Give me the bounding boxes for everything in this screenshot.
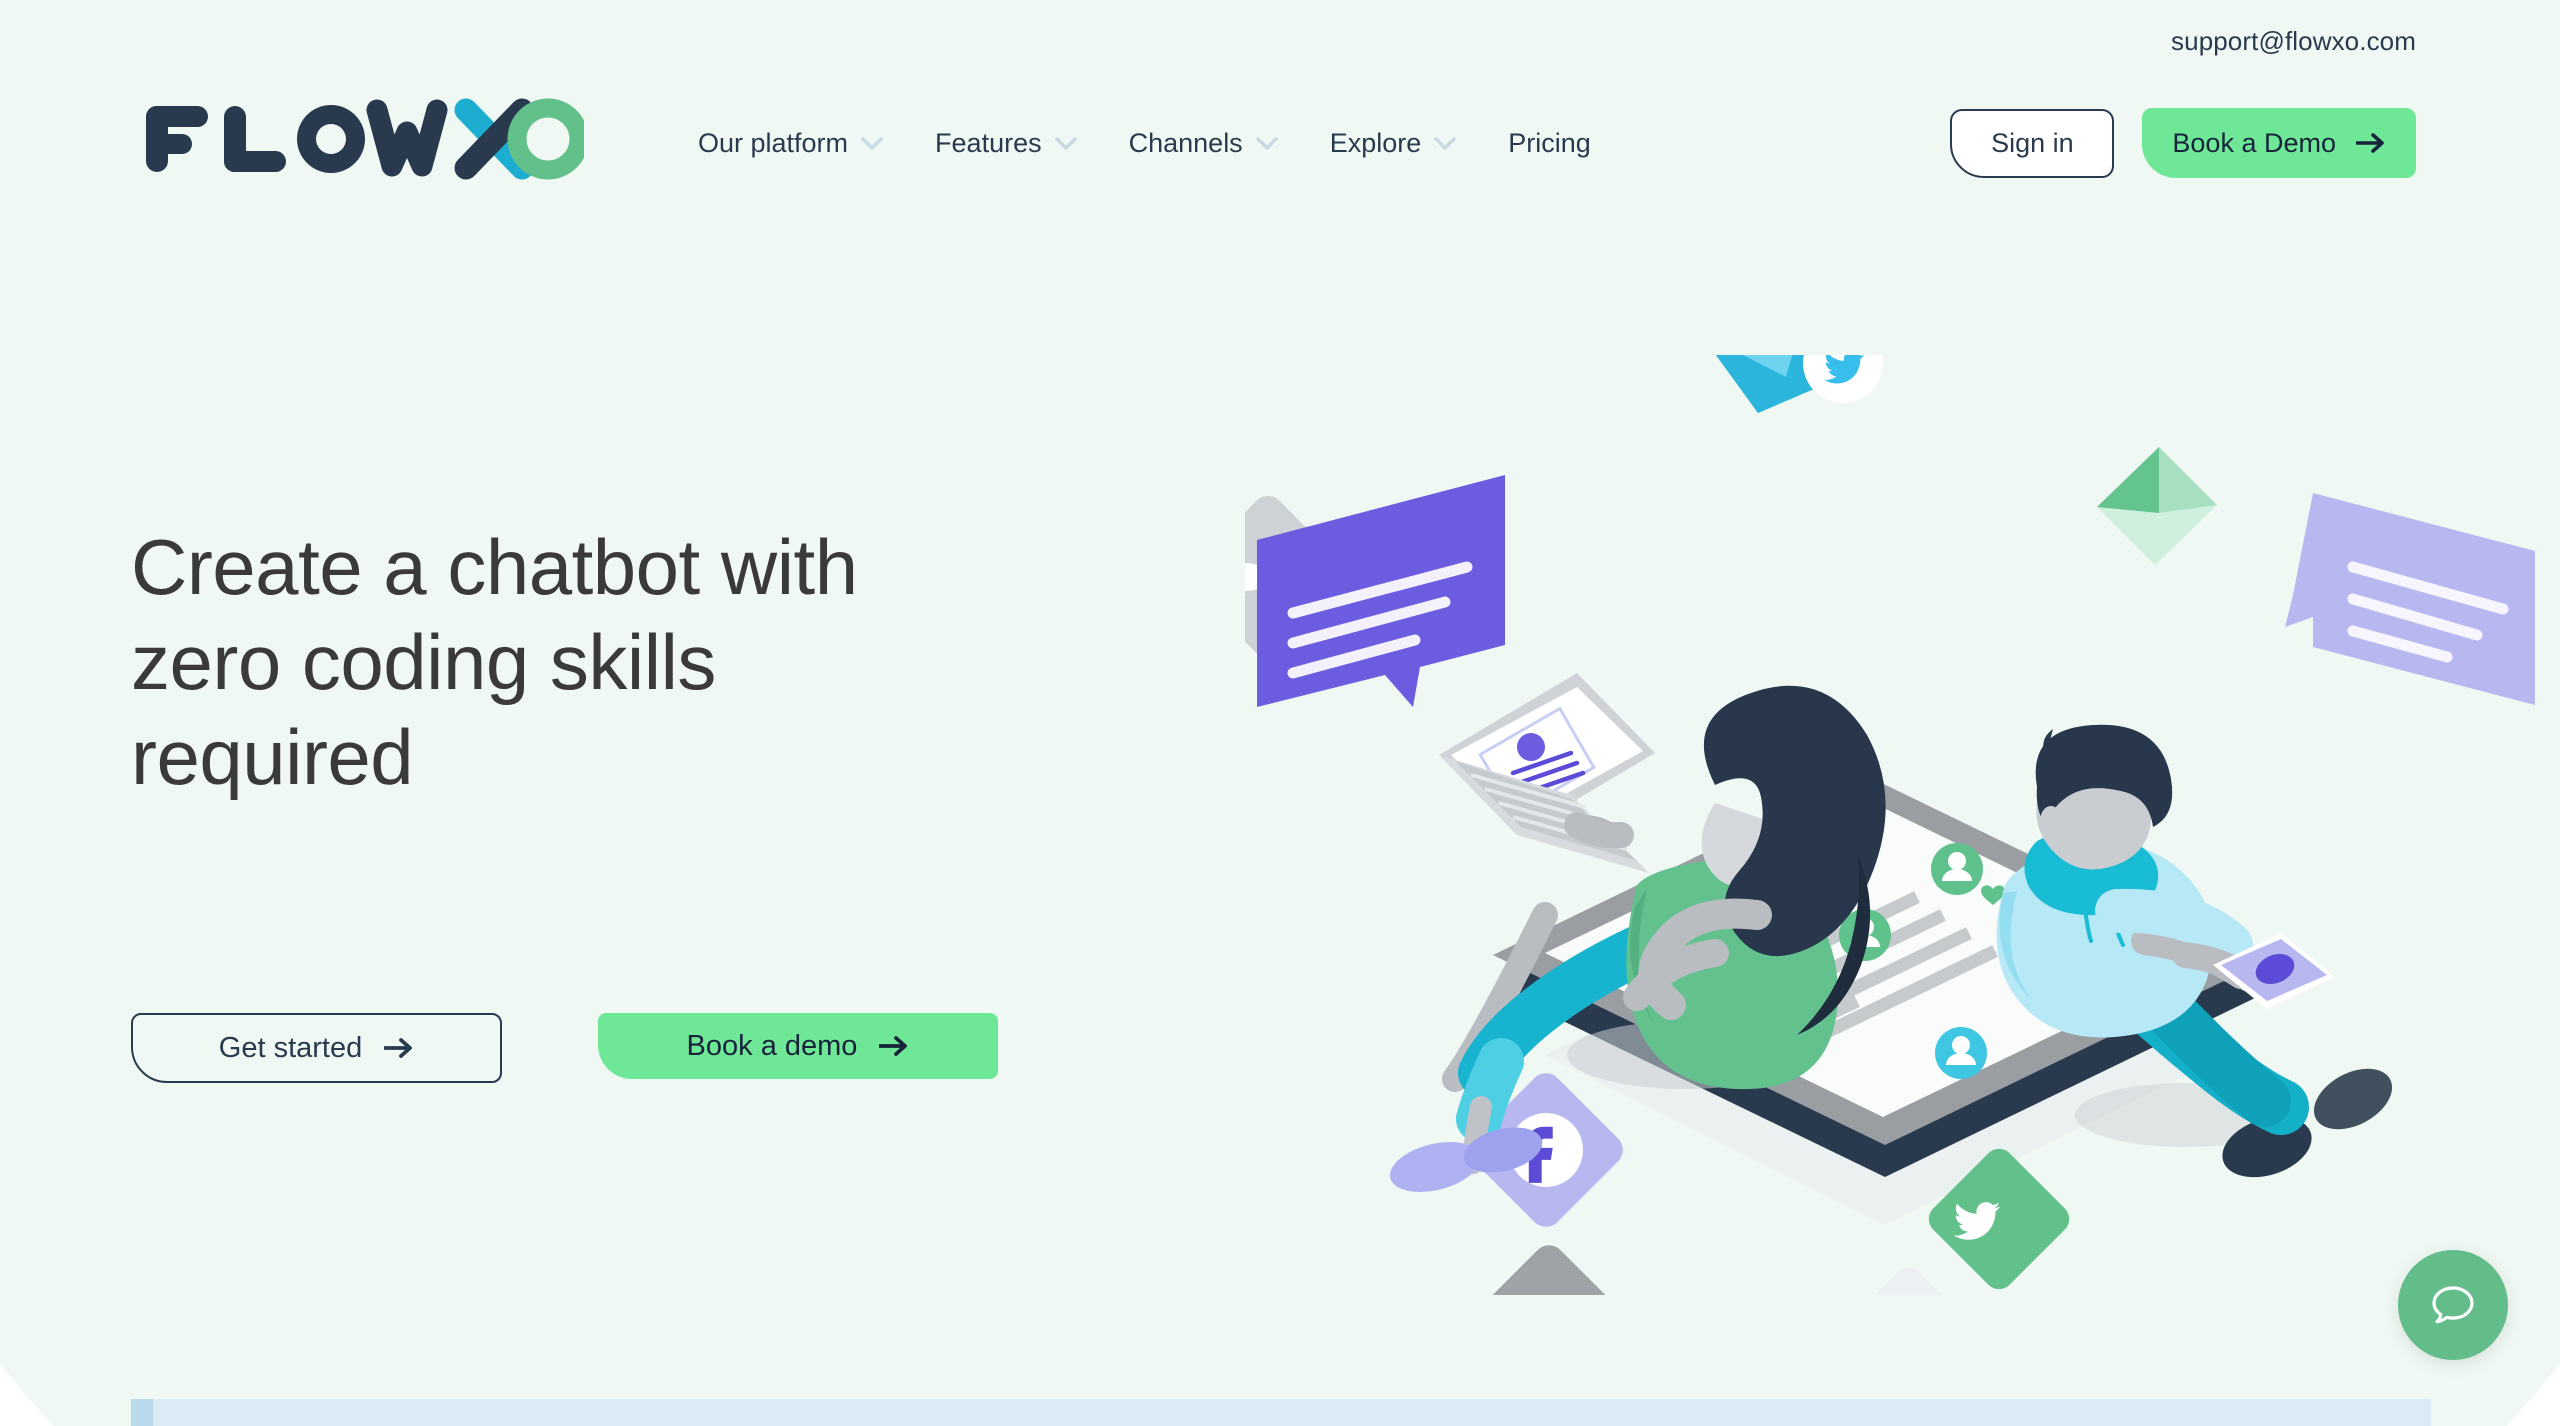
arrow-right-icon — [384, 1038, 413, 1058]
book-a-demo-hero-label: Book a demo — [686, 1029, 858, 1062]
top-email-bar: support@flowxo.com — [0, 0, 2560, 82]
nav-label: Our platform — [698, 127, 849, 158]
avatar-badge-green-icon — [1931, 843, 1983, 895]
envelope-green-icon — [2097, 447, 2217, 565]
sign-in-button[interactable]: Sign in — [1950, 108, 2115, 178]
arrow-right-icon — [879, 1036, 908, 1056]
nav-label: Pricing — [1508, 127, 1591, 158]
bottom-banner-accent — [131, 1399, 153, 1426]
hero-title-line-2: zero coding skills — [131, 618, 716, 707]
chevron-down-icon — [1054, 136, 1077, 150]
avatar-badge-cyan-icon — [1935, 1027, 1987, 1079]
nav-item-explore[interactable]: Explore — [1304, 82, 1483, 204]
page-root: support@flowxo.com Our platform Features… — [0, 0, 2560, 1426]
chevron-down-icon — [1434, 136, 1457, 150]
hero-copy: Create a chatbot with zero coding skills… — [131, 520, 1131, 805]
header-actions: Sign in Book a Demo — [1950, 82, 2416, 204]
messenger-tile-grey-icon — [1479, 1245, 1619, 1295]
chat-widget-button[interactable] — [2398, 1250, 2508, 1360]
nav-label: Explore — [1329, 127, 1422, 158]
nav-item-pricing[interactable]: Pricing — [1482, 82, 1617, 204]
flowxo-logo[interactable] — [144, 96, 589, 182]
nav-item-our-platform[interactable]: Our platform — [672, 82, 909, 204]
chevron-down-icon — [861, 136, 883, 150]
twitter-icon — [1803, 355, 1883, 403]
nav-item-features[interactable]: Features — [909, 82, 1103, 204]
page-title: Create a chatbot with zero coding skills… — [131, 520, 1131, 805]
get-started-label: Get started — [218, 1031, 363, 1064]
arrow-right-icon — [2356, 133, 2384, 153]
site-header: Our platform Features Channels Explore P… — [0, 82, 2560, 204]
chat-bubble-icon — [2432, 1286, 2474, 1324]
bottom-banner — [131, 1399, 2431, 1426]
book-a-demo-button[interactable]: Book a Demo — [2142, 108, 2416, 178]
main-navigation: Our platform Features Channels Explore P… — [672, 82, 1617, 204]
chevron-down-icon — [1255, 136, 1278, 150]
hero-illustration — [1245, 355, 2535, 1295]
nav-label: Features — [935, 127, 1042, 158]
hero-title-line-1: Create a chatbot with — [131, 523, 858, 611]
get-started-button[interactable]: Get started — [131, 1013, 502, 1083]
speech-bubble-lavender-icon — [2285, 493, 2535, 705]
speech-bubble-purple-icon — [1257, 475, 1505, 707]
nav-label: Channels — [1128, 127, 1243, 158]
nav-item-channels[interactable]: Channels — [1103, 82, 1304, 204]
hero-title-line-3: required — [131, 713, 414, 802]
book-a-demo-label: Book a Demo — [2172, 127, 2336, 158]
hero-cta-group: Get started Book a demo — [131, 1013, 998, 1083]
book-a-demo-hero-button[interactable]: Book a demo — [598, 1013, 998, 1079]
support-email-link[interactable]: support@flowxo.com — [2171, 26, 2416, 57]
